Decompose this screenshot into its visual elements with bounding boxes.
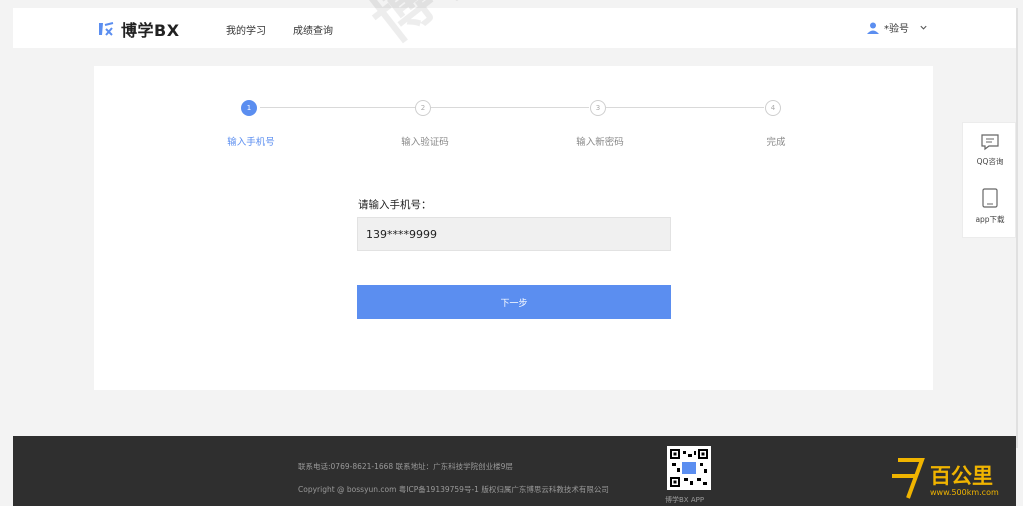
step-2-dot: 2 xyxy=(415,100,431,116)
footer-copyright: Copyright @ bossyun.com 粤ICP备19139759号-1… xyxy=(298,485,609,494)
brand-watermark-url: www.500km.com xyxy=(930,488,999,497)
step-2-label: 输入验证码 xyxy=(401,137,449,148)
next-step-button[interactable]: 下一步 xyxy=(357,285,671,319)
user-menu[interactable]: *验号 xyxy=(866,20,928,35)
phone-input[interactable] xyxy=(357,217,671,251)
footer-contact: 联系电话:0769-8621-1668 联系地址：广东科技学院创业楼9层 xyxy=(298,462,513,471)
reset-password-card: 1 2 3 4 输入手机号 输入验证码 输入新密码 完成 请输入手机号： 下一步 xyxy=(94,66,933,390)
nav-my-study[interactable]: 我的学习 xyxy=(226,22,266,37)
chevron-down-icon[interactable] xyxy=(919,23,928,32)
qr-code-icon xyxy=(667,446,711,490)
logo-text: 博学BX xyxy=(121,21,180,40)
step-3-dot: 3 xyxy=(590,100,606,116)
step-1-dot: 1 xyxy=(241,100,257,116)
step-connector xyxy=(431,107,589,108)
page-footer: 联系电话:0769-8621-1668 联系地址：广东科技学院创业楼9层 Cop… xyxy=(13,436,1016,506)
app-download-label: app下载 xyxy=(975,215,1005,224)
side-float-panel: QQ咨询 app下载 xyxy=(962,122,1016,238)
step-1-label: 输入手机号 xyxy=(227,137,275,148)
qr-label: 博学BX APP xyxy=(665,496,705,504)
top-header: 博学BX 我的学习 成绩查询 *验号 xyxy=(13,8,1016,48)
tablet-icon xyxy=(982,188,998,208)
step-3-label: 输入新密码 xyxy=(576,137,624,148)
step-4-dot: 4 xyxy=(765,100,781,116)
nav-score-query[interactable]: 成绩查询 xyxy=(293,22,333,37)
app-download-button[interactable]: app下载 xyxy=(963,187,1017,225)
user-name: *验号 xyxy=(884,24,909,35)
scrollbar-track[interactable] xyxy=(1016,8,1018,448)
chat-icon xyxy=(981,134,999,151)
step-connector xyxy=(260,107,420,108)
qq-consult-label: QQ咨询 xyxy=(976,157,1004,166)
qq-consult-button[interactable]: QQ咨询 xyxy=(963,133,1017,167)
brand-watermark-text: 百公里 xyxy=(930,464,993,488)
step-connector xyxy=(606,107,764,108)
logo[interactable]: 博学BX xyxy=(96,17,180,41)
logo-icon xyxy=(99,22,114,36)
phone-label: 请输入手机号： xyxy=(358,199,432,211)
user-avatar-icon xyxy=(867,22,879,34)
step-4-label: 完成 xyxy=(766,137,786,148)
